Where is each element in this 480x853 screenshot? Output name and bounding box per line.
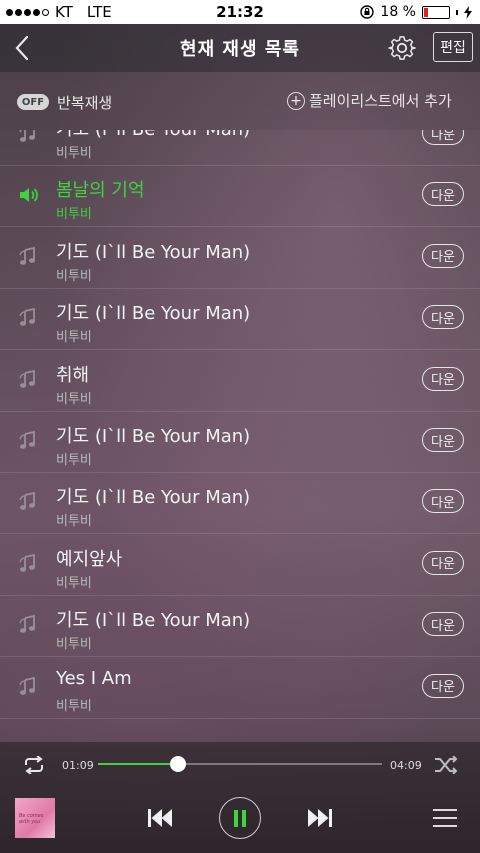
pause-icon-bar bbox=[242, 810, 246, 827]
add-from-playlist-button[interactable]: + 플레이리스트에서 추가 bbox=[287, 90, 452, 111]
list-item[interactable]: 취해비투비 다운 bbox=[0, 350, 480, 412]
list-item[interactable]: 기도 (I`ll Be Your Man) 비투비 다운 bbox=[0, 130, 480, 166]
elapsed-time: 01:09 bbox=[62, 759, 94, 772]
list-item[interactable]: 기도 (I`ll Be Your Man) 비투비 다운 bbox=[0, 472, 480, 535]
download-button[interactable]: 다운 bbox=[422, 366, 464, 391]
song-title: 기도 (I`ll Be Your Man) bbox=[56, 426, 251, 447]
song-title: 기도 (I`ll Be Your Man) bbox=[56, 610, 251, 632]
music-note-icon bbox=[18, 130, 38, 144]
music-note-icon bbox=[18, 246, 38, 267]
song-artist: 비투비 bbox=[56, 453, 92, 468]
list-item[interactable]: 기도 (I`ll Be Your Man) 비투비 다운 bbox=[0, 411, 480, 473]
song-artist: 비투비 bbox=[56, 207, 92, 223]
pause-button[interactable] bbox=[219, 797, 261, 839]
pause-icon bbox=[234, 810, 238, 827]
song-artist: 비투비 bbox=[56, 514, 92, 530]
song-artist: 비투비 bbox=[56, 391, 92, 407]
download-button[interactable]: 다운 bbox=[422, 182, 464, 207]
song-artist: 비투비 bbox=[56, 575, 92, 591]
song-artist: 비투비 bbox=[56, 330, 92, 346]
song-artist: 비투비 bbox=[56, 637, 92, 653]
battery-tip bbox=[456, 9, 458, 15]
download-button[interactable]: 다운 bbox=[422, 673, 464, 698]
orientation-lock-icon bbox=[360, 5, 375, 19]
music-note-icon bbox=[18, 676, 38, 697]
music-note-icon bbox=[18, 553, 38, 574]
song-artist: 비투비 bbox=[56, 146, 92, 161]
download-button[interactable]: 다운 bbox=[422, 550, 464, 575]
repeat-toggle[interactable]: OFF bbox=[17, 94, 49, 110]
next-icon[interactable] bbox=[306, 806, 334, 830]
menu-icon[interactable] bbox=[433, 807, 457, 829]
charging-bolt-icon bbox=[464, 5, 472, 19]
music-note-icon bbox=[18, 369, 38, 390]
page-title: 현재 재생 목록 bbox=[180, 39, 300, 60]
music-note-icon bbox=[18, 308, 38, 328]
music-note-icon bbox=[18, 492, 38, 512]
song-title: 기도 (I`ll Be Your Man) bbox=[56, 241, 251, 263]
download-button[interactable]: 다운 bbox=[422, 130, 464, 145]
song-artist: 비투비 bbox=[56, 698, 92, 714]
plus-icon: + bbox=[287, 91, 305, 110]
player-bar: 01:09 04:09 Be comes with you bbox=[0, 742, 480, 853]
progress-bar[interactable] bbox=[98, 756, 382, 772]
download-button[interactable]: 다운 bbox=[422, 612, 464, 637]
playlist-toolbar: OFF 반복재생 + 플레이리스트에서 추가 bbox=[0, 72, 480, 130]
download-button[interactable]: 다운 bbox=[422, 305, 464, 330]
list-item[interactable]: Yes I Am 비투비 다운 bbox=[0, 657, 480, 719]
status-right: 18 % bbox=[360, 4, 472, 20]
edit-button[interactable]: 편집 bbox=[433, 32, 473, 62]
previous-icon[interactable] bbox=[146, 806, 174, 830]
music-note-icon bbox=[18, 430, 38, 451]
list-item[interactable]: 기도 (I`ll Be Your Man) 비투비 다운 bbox=[0, 595, 480, 658]
list-item[interactable]: 기도 (I`ll Be Your Man) 비투비 다운 bbox=[0, 227, 480, 289]
download-button[interactable]: 다운 bbox=[422, 489, 464, 514]
album-art-text: Be comes with you bbox=[19, 813, 44, 825]
battery-icon bbox=[422, 5, 450, 19]
status-bar: KT LTE 21:32 18 % bbox=[0, 0, 480, 24]
album-art[interactable]: Be comes with you bbox=[15, 798, 55, 838]
music-note-icon bbox=[18, 615, 38, 635]
shuffle-icon[interactable] bbox=[434, 756, 458, 774]
song-title: Yes I Am bbox=[56, 667, 132, 689]
download-button[interactable]: 다운 bbox=[422, 428, 464, 452]
song-title: 예지앞사 bbox=[56, 548, 123, 570]
list-item[interactable]: 기도 (I`ll Be Your Man) 비투비 다운 bbox=[0, 288, 480, 351]
playlist[interactable]: 기도 (I`ll Be Your Man)비투비다운봄날의 기억비투비다운기도 … bbox=[0, 130, 480, 742]
song-title: 기도 (I`ll Be Your Man) bbox=[56, 303, 251, 325]
total-time: 04:09 bbox=[390, 759, 422, 772]
header-bar: 현재 재생 목록 편집 bbox=[0, 24, 480, 72]
download-button[interactable]: 다운 bbox=[422, 243, 464, 268]
song-title: 봄날의 기억 bbox=[56, 180, 145, 202]
repeat-icon[interactable] bbox=[22, 756, 46, 774]
add-from-playlist-label: 플레이리스트에서 추가 bbox=[309, 92, 452, 110]
song-title: 기도 (I`ll Be Your Man) bbox=[56, 487, 251, 509]
back-icon[interactable] bbox=[12, 34, 32, 62]
song-artist: 비투비 bbox=[56, 268, 92, 284]
list-item[interactable]: 예지앞사비투비 다운 bbox=[0, 534, 480, 596]
list-item-now-playing[interactable]: 봄날의 기억비투비 다운 bbox=[0, 165, 480, 228]
battery-percent: 18 % bbox=[380, 4, 416, 20]
progress-fill bbox=[98, 763, 178, 765]
song-title: 취해 bbox=[56, 364, 90, 386]
progress-knob[interactable] bbox=[169, 756, 186, 772]
gear-icon[interactable] bbox=[388, 34, 416, 62]
speaker-icon bbox=[18, 185, 38, 205]
repeat-label: 반복재생 bbox=[57, 94, 113, 112]
song-title: 기도 (I`ll Be Your Man) bbox=[56, 130, 250, 141]
